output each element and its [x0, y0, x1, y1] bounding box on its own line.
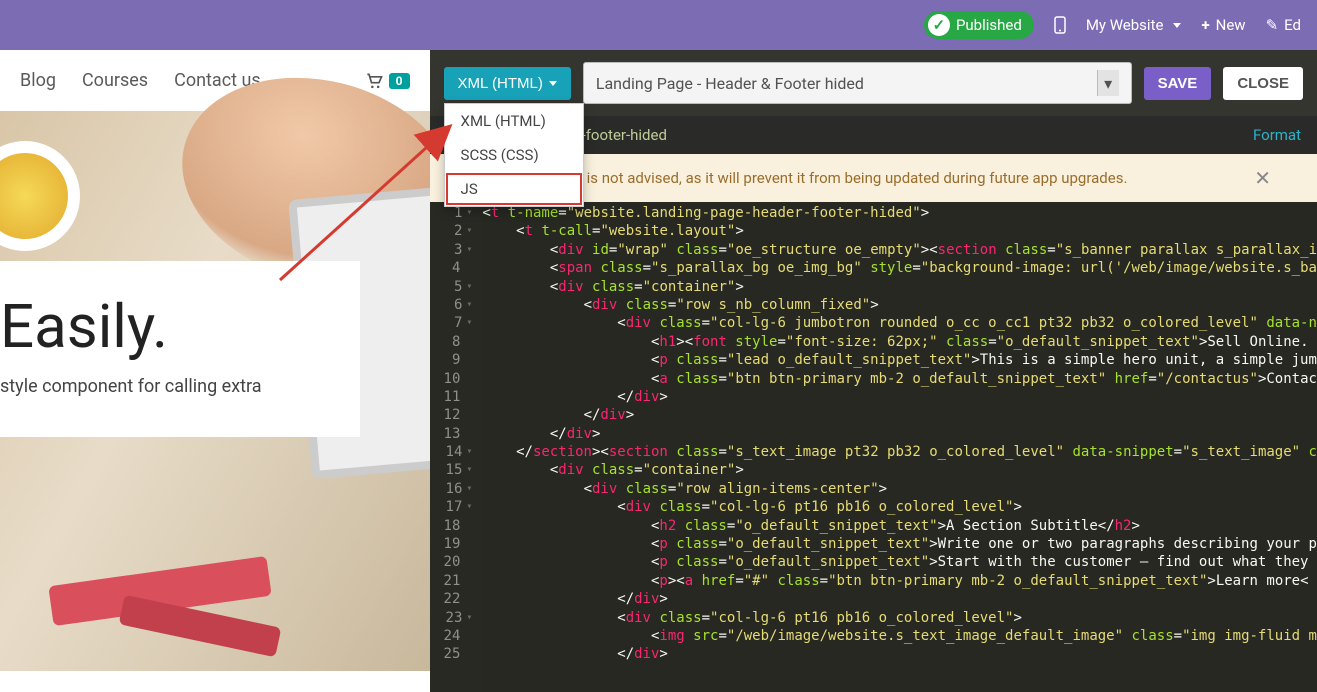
- nav-link-courses[interactable]: Courses: [82, 70, 148, 91]
- check-icon: ✓: [928, 14, 950, 36]
- dropdown-option-js[interactable]: JS: [445, 172, 583, 206]
- save-button[interactable]: SAVE: [1144, 67, 1212, 100]
- pencil-icon: ✎: [1266, 16, 1279, 34]
- language-dropdown-menu: XML (HTML) SCSS (CSS) JS: [444, 103, 584, 207]
- code-editor[interactable]: 1▾2▾3▾45▾6▾7▾891011121314▾15▾16▾17▾18192…: [430, 202, 1317, 692]
- line-gutter: 1▾2▾3▾45▾6▾7▾891011121314▾15▾16▾17▾18192…: [430, 202, 483, 692]
- decorative-image: [0, 141, 80, 251]
- language-dropdown-button[interactable]: XML (HTML): [444, 67, 571, 100]
- top-bar: ✓ Published My Website + New ✎ Ed: [0, 0, 1317, 50]
- dropdown-option-xml[interactable]: XML (HTML): [445, 104, 583, 138]
- hero-section: Easily. style component for calling extr…: [0, 111, 430, 671]
- close-icon[interactable]: ✕: [1248, 166, 1277, 190]
- mobile-preview-button[interactable]: [1054, 16, 1066, 34]
- published-label: Published: [956, 16, 1022, 34]
- hero-overlay: Easily. style component for calling extr…: [0, 261, 360, 437]
- cart-count: 0: [389, 73, 410, 89]
- hero-title: Easily.: [0, 291, 340, 362]
- close-button[interactable]: CLOSE: [1223, 67, 1303, 100]
- template-select[interactable]: Landing Page - Header & Footer hided ▾: [583, 62, 1132, 104]
- new-button[interactable]: + New: [1201, 16, 1245, 34]
- website-switcher[interactable]: My Website: [1086, 16, 1182, 34]
- nav-link-blog[interactable]: Blog: [20, 70, 56, 91]
- website-preview: Blog Courses Contact us 0 Easily. style …: [0, 50, 430, 692]
- cart-button[interactable]: 0: [363, 71, 410, 91]
- publish-toggle[interactable]: ✓ Published: [924, 11, 1034, 39]
- cart-icon: [363, 71, 385, 91]
- edit-button[interactable]: ✎ Ed: [1266, 16, 1301, 34]
- dropdown-option-scss[interactable]: SCSS (CSS): [445, 138, 583, 172]
- chevron-down-icon: ▾: [1097, 70, 1119, 96]
- code-content[interactable]: <t t-name="website.landing-page-header-f…: [482, 202, 1317, 692]
- hero-subtitle: style component for calling extra: [0, 376, 340, 397]
- plus-icon: +: [1201, 16, 1209, 34]
- mobile-icon: [1054, 16, 1066, 34]
- code-editor-panel: XML (HTML) Landing Page - Header & Foote…: [430, 50, 1317, 692]
- format-link[interactable]: Format: [1253, 126, 1301, 144]
